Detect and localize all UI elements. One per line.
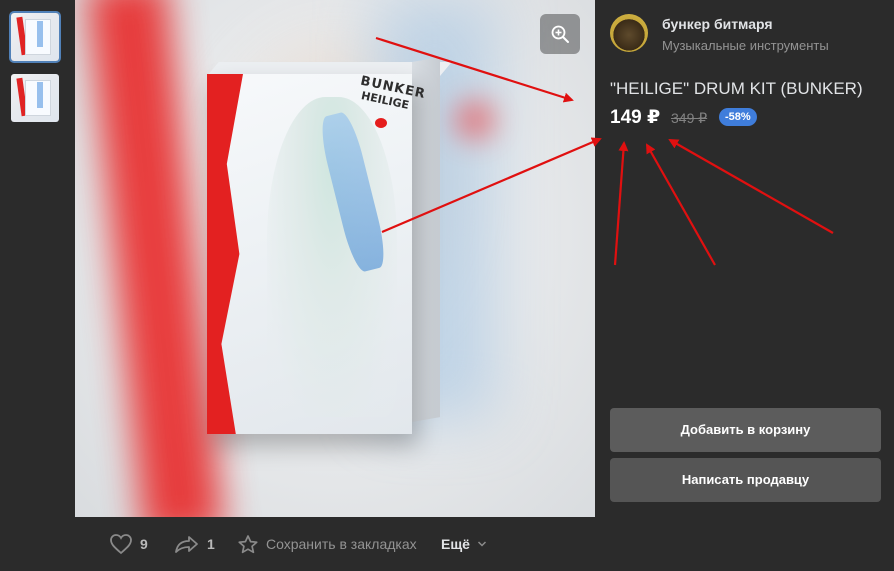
thumbnail-1[interactable] (11, 13, 59, 61)
save-bookmark-button[interactable]: Сохранить в закладках (237, 517, 417, 571)
product-box-image: BUNKER HEILIGE (207, 57, 452, 434)
product-photo[interactable]: BUNKER HEILIGE (75, 0, 595, 517)
like-count: 9 (140, 536, 148, 552)
seller-category[interactable]: Музыкальные инструменты (662, 38, 829, 53)
message-seller-button[interactable]: Написать продавцу (610, 458, 881, 502)
discount-badge: -58% (719, 108, 757, 126)
save-label: Сохранить в закладках (266, 536, 417, 552)
more-button[interactable]: Ещё (441, 517, 487, 571)
heart-icon (110, 534, 132, 555)
arrow-5 (668, 139, 834, 234)
product-title: "HEILIGE" DRUM KIT (BUNKER) (610, 79, 863, 98)
arrow-4 (646, 143, 716, 266)
arrow-3 (613, 141, 629, 266)
thumbnail-2[interactable] (11, 74, 59, 122)
zoom-in-icon (551, 25, 569, 43)
star-icon (238, 534, 258, 553)
share-icon (175, 536, 198, 553)
share-count: 1 (207, 536, 215, 552)
seller-name[interactable]: бункер битмаря (662, 16, 773, 32)
old-price: 349 ₽ (671, 110, 708, 126)
action-bar: 9 1 Сохранить в закладках Ещё (75, 517, 595, 571)
avatar[interactable] (610, 14, 648, 52)
more-label: Ещё (441, 536, 470, 552)
share-button[interactable]: 1 (174, 517, 215, 571)
chevron-down-icon (477, 541, 486, 547)
current-price: 149 ₽ (610, 107, 661, 128)
thumbnail-strip (0, 0, 75, 571)
like-button[interactable]: 9 (109, 517, 148, 571)
add-to-cart-button[interactable]: Добавить в корзину (610, 408, 881, 452)
zoom-button[interactable] (540, 14, 580, 54)
